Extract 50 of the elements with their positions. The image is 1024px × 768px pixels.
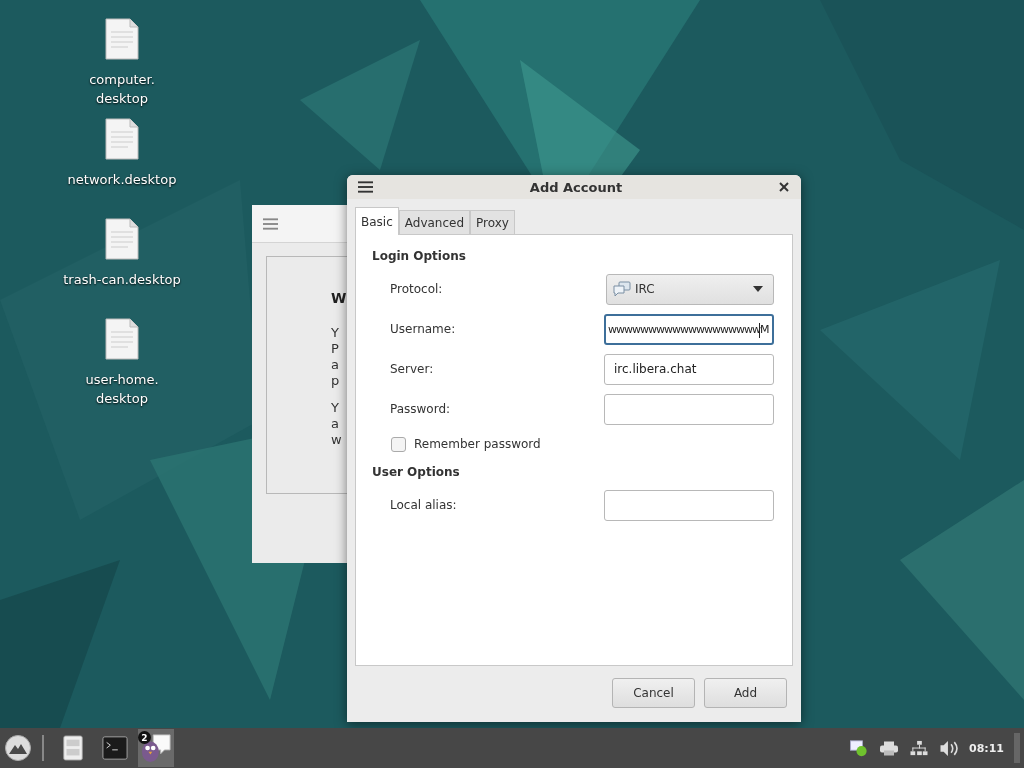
text-line: p bbox=[331, 373, 340, 389]
file-cabinet-icon[interactable] bbox=[60, 735, 86, 761]
input-field[interactable] bbox=[604, 393, 774, 425]
field-label: Local alias: bbox=[390, 498, 458, 512]
document-icon[interactable] bbox=[104, 318, 140, 360]
text-line: Y bbox=[331, 400, 340, 416]
terminal-icon[interactable] bbox=[102, 735, 128, 761]
file-label[interactable]: computer. desktop bbox=[89, 70, 155, 108]
printer-icon[interactable] bbox=[879, 739, 899, 757]
dialog-button[interactable]: Cancel bbox=[612, 678, 695, 708]
file-label[interactable]: network.desktop bbox=[67, 170, 177, 189]
field-label: Username: bbox=[390, 322, 457, 336]
caret-icon bbox=[753, 286, 763, 292]
tab[interactable]: Basic bbox=[355, 207, 399, 235]
section-heading: User Options bbox=[372, 465, 461, 481]
mountain-logo-icon[interactable] bbox=[4, 734, 32, 762]
panel-handle[interactable] bbox=[1014, 733, 1020, 763]
document-icon[interactable] bbox=[104, 118, 140, 160]
file-label[interactable]: user-home. desktop bbox=[85, 370, 159, 408]
close-icon[interactable] bbox=[779, 182, 789, 192]
chat-bubbles-icon bbox=[613, 281, 631, 297]
chat-status-icon[interactable] bbox=[849, 739, 869, 757]
tab[interactable]: Advanced bbox=[398, 210, 471, 234]
notification-badge: 2 bbox=[138, 731, 151, 744]
text-line: a bbox=[331, 357, 340, 373]
protocol-dropdown[interactable]: IRC bbox=[606, 273, 774, 305]
section-heading: Login Options bbox=[372, 249, 467, 265]
text-line: P bbox=[331, 341, 340, 357]
field-label: Password: bbox=[390, 402, 452, 416]
input-field[interactable] bbox=[604, 489, 774, 521]
window-title: Add Account bbox=[528, 179, 624, 195]
document-icon[interactable] bbox=[104, 218, 140, 260]
network-icon[interactable] bbox=[909, 739, 929, 757]
field-label: Server: bbox=[390, 362, 435, 376]
text-line: Y bbox=[331, 325, 340, 341]
checkbox-label[interactable]: Remember password bbox=[414, 437, 541, 451]
tab[interactable]: Proxy bbox=[470, 210, 515, 234]
heading-text: W bbox=[331, 290, 347, 306]
text-line: w bbox=[331, 432, 342, 448]
volume-icon[interactable] bbox=[939, 739, 959, 757]
file-label[interactable]: trash-can.desktop bbox=[63, 270, 181, 289]
dialog-button[interactable]: Add bbox=[704, 678, 787, 708]
menu-icon[interactable] bbox=[358, 181, 373, 193]
input-field[interactable]: irc.libera.chat bbox=[604, 353, 774, 385]
chat-bird-icon[interactable] bbox=[140, 733, 172, 763]
checkbox[interactable] bbox=[391, 436, 406, 452]
document-icon[interactable] bbox=[104, 18, 140, 60]
field-label: Protocol: bbox=[390, 282, 444, 296]
text-line: a bbox=[331, 416, 340, 432]
clock[interactable]: 08:11 bbox=[969, 741, 1004, 755]
